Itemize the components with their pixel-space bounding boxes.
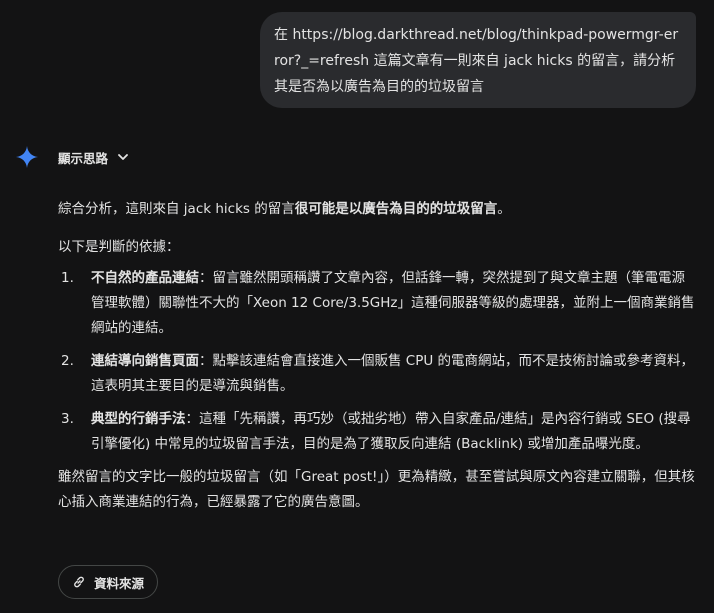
- list-item-title: 不自然的產品連結: [91, 270, 199, 286]
- summary-paragraph: 綜合分析，這則來自 jack hicks 的留言很可能是以廣告為目的的垃圾留言。: [58, 197, 698, 222]
- basis-heading: 以下是判斷的依據：: [58, 239, 180, 255]
- show-thoughts-toggle[interactable]: 顯示思路: [58, 146, 130, 168]
- summary-text: 綜合分析，這則來自 jack hicks 的留言: [58, 201, 295, 217]
- reasons-list: 1. 不自然的產品連結：留言雖然開頭稱讚了文章內容，但話鋒一轉，突然提到了與文章…: [58, 266, 698, 457]
- user-message-text: 在 https://blog.darkthread.net/blog/think…: [274, 27, 679, 95]
- conclusion-paragraph: 雖然留言的文字比一般的垃圾留言（如「Great post!」）更為精緻，甚至嘗試…: [58, 469, 695, 510]
- user-message-bubble: 在 https://blog.darkthread.net/blog/think…: [260, 12, 696, 108]
- list-item-number: 2.: [61, 353, 74, 369]
- sources-button[interactable]: 資料來源: [58, 565, 158, 599]
- list-item: 2. 連結導向銷售頁面：點擊該連結會直接進入一個販售 CPU 的電商網站，而不是…: [58, 349, 698, 399]
- list-item: 3. 典型的行銷手法：這種「先稱讚，再巧妙（或拙劣地）帶入自家產品/連結」是內容…: [58, 407, 698, 457]
- assistant-response: 綜合分析，這則來自 jack hicks 的留言很可能是以廣告為目的的垃圾留言。…: [58, 197, 698, 515]
- list-item-number: 1.: [61, 270, 74, 286]
- list-item-number: 3.: [61, 411, 74, 427]
- summary-verdict: 很可能是以廣告為目的的垃圾留言: [294, 201, 498, 217]
- chevron-down-icon: [118, 154, 128, 160]
- list-item-title: 連結導向銷售頁面: [91, 353, 199, 369]
- summary-end: 。: [497, 201, 511, 217]
- sources-label: 資料來源: [94, 575, 145, 591]
- link-icon: [74, 576, 84, 588]
- show-thoughts-label: 顯示思路: [58, 150, 109, 166]
- list-item-title: 典型的行銷手法: [91, 411, 186, 427]
- sparkle-icon: [16, 146, 38, 168]
- list-item: 1. 不自然的產品連結：留言雖然開頭稱讚了文章內容，但話鋒一轉，突然提到了與文章…: [58, 266, 698, 341]
